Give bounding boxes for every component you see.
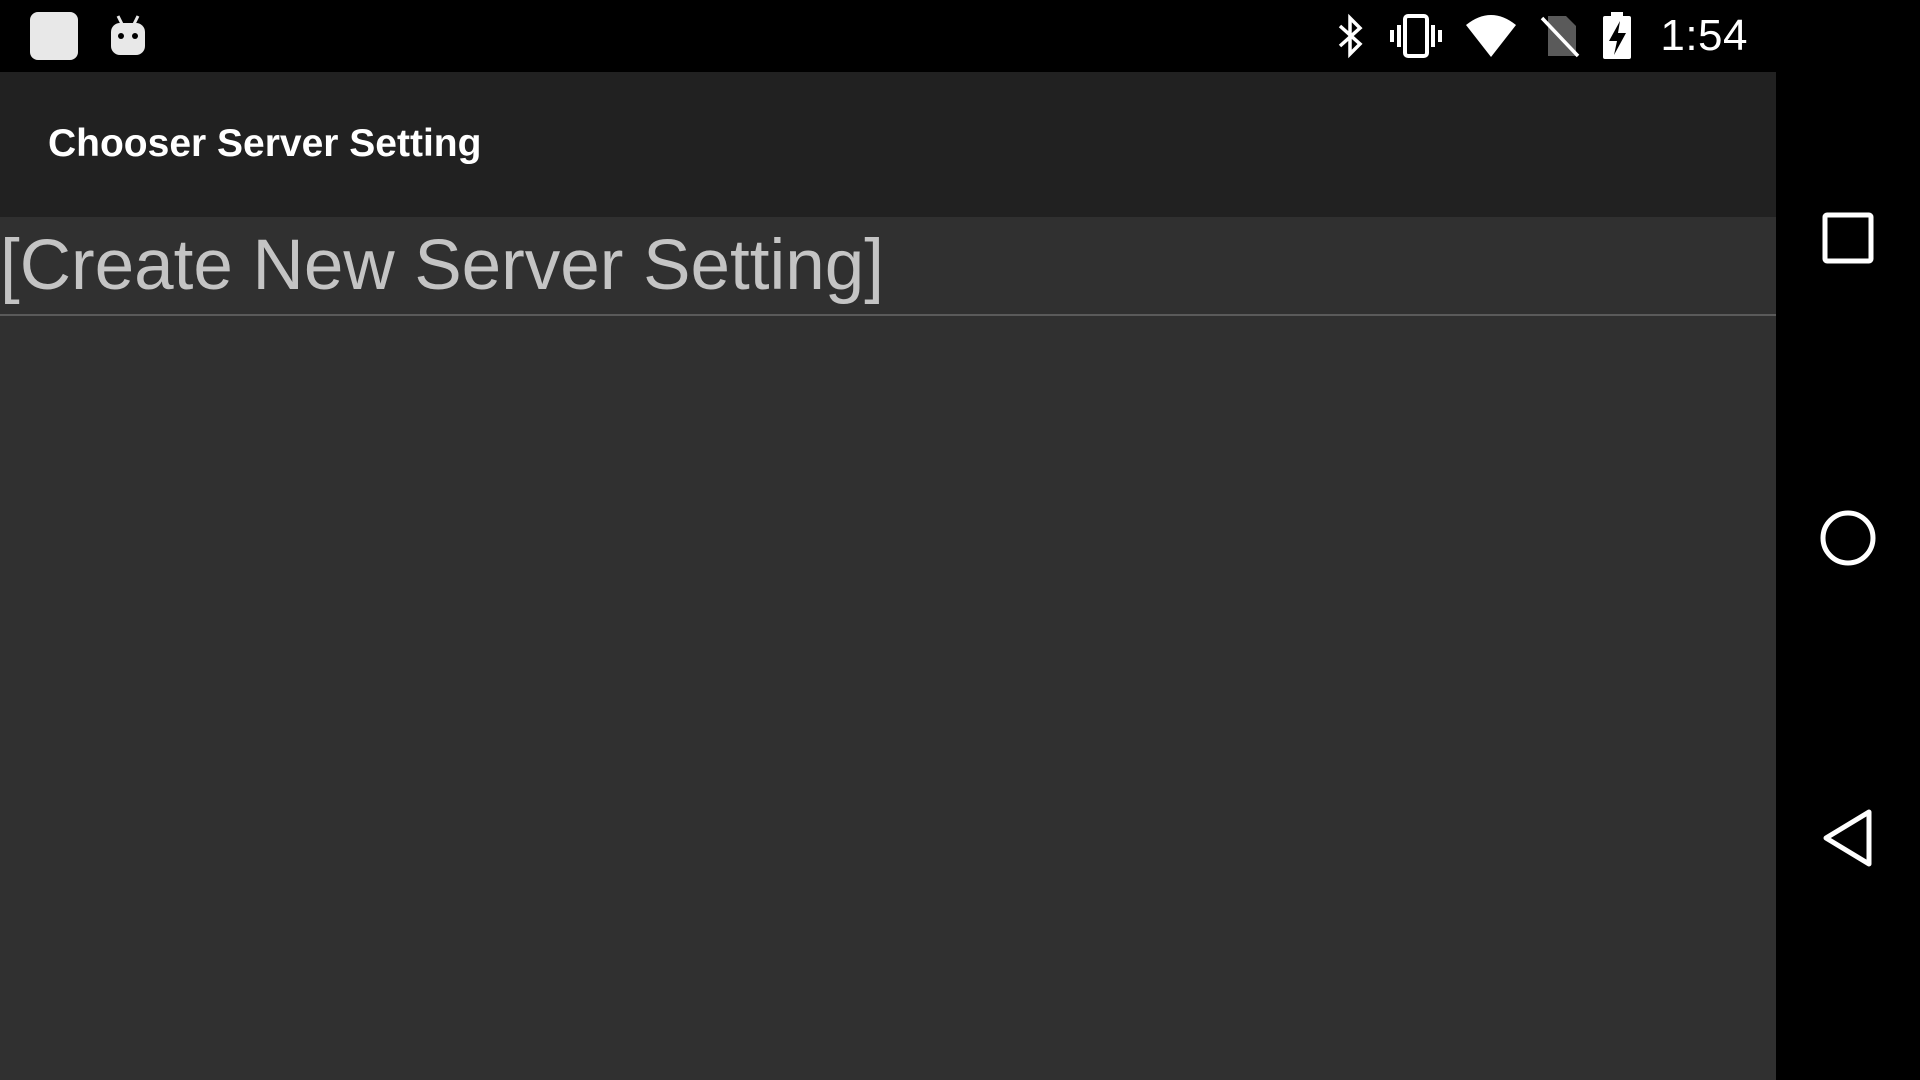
create-new-server-setting-item[interactable]: [Create New Server Setting]: [0, 217, 1776, 316]
wifi-icon: [1464, 13, 1518, 59]
recents-icon: [1822, 212, 1874, 269]
action-bar: Chooser Server Setting: [0, 72, 1776, 217]
no-sim-icon: [1538, 12, 1580, 60]
system-status-icons: 1:54: [1334, 10, 1748, 62]
app-window: Chooser Server Setting [Create New Serve…: [0, 72, 1776, 1080]
notification-area: [30, 12, 148, 60]
vibrate-icon: [1388, 12, 1444, 60]
status-clock: 1:54: [1660, 11, 1748, 60]
home-icon: [1819, 509, 1877, 572]
back-icon: [1821, 808, 1875, 873]
battery-charging-icon: [1600, 11, 1634, 61]
recents-button[interactable]: [1808, 200, 1888, 280]
notification-square-icon: [30, 12, 78, 60]
home-button[interactable]: [1808, 500, 1888, 580]
list-item-label: [Create New Server Setting]: [0, 226, 884, 305]
android-debug-icon: [108, 14, 148, 58]
navigation-bar: [1776, 0, 1920, 1080]
bluetooth-icon: [1334, 12, 1368, 60]
page-title: Chooser Server Setting: [48, 122, 482, 165]
back-button[interactable]: [1808, 800, 1888, 880]
status-bar: 1:54: [0, 0, 1776, 72]
